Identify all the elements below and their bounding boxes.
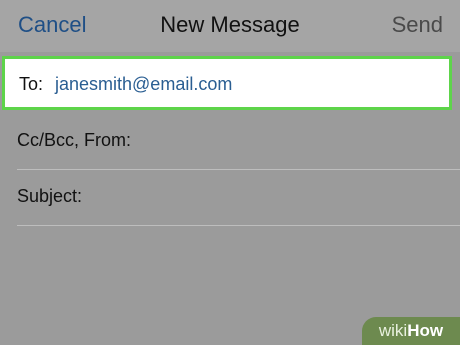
send-button[interactable]: Send <box>392 12 443 38</box>
divider <box>17 225 460 226</box>
watermark-how: How <box>407 321 444 340</box>
to-label: To: <box>19 74 44 94</box>
navigation-bar: Cancel New Message Send <box>0 0 460 52</box>
cc-bcc-from-field[interactable]: Cc/Bcc, From: <box>0 114 460 170</box>
wikihow-watermark: wikiHow <box>362 317 460 345</box>
to-field-row[interactable]: To: janesmith@email.com <box>2 56 452 110</box>
cc-bcc-from-label: Cc/Bcc, From: <box>17 130 132 150</box>
to-recipient-input[interactable]: janesmith@email.com <box>55 74 232 95</box>
subject-label: Subject: <box>17 186 83 206</box>
watermark-wiki: wiki <box>378 321 408 340</box>
subject-field[interactable]: Subject: <box>0 170 460 226</box>
